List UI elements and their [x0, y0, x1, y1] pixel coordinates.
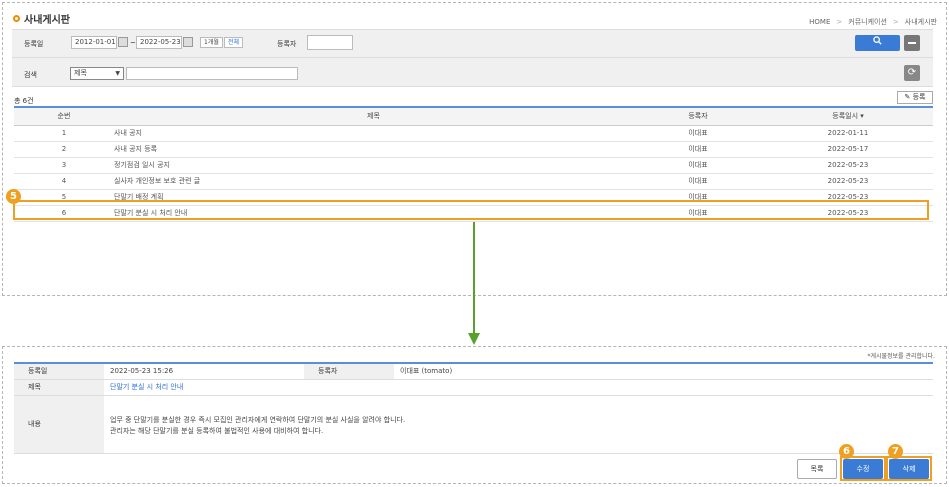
col-title: 제목 — [114, 106, 633, 126]
list-button[interactable]: 목록 — [797, 459, 837, 479]
writer-input[interactable] — [307, 35, 353, 50]
search-row-date: 등록일 2012-01-01 ~ 2022-05-23 1개월 전체 등록자 — [12, 30, 933, 58]
table-row[interactable]: 4 실사자 개인정보 보호 관련 글 이대표 2022-05-23 — [14, 173, 933, 190]
search-area: 등록일 2012-01-01 ~ 2022-05-23 1개월 전체 등록자 검… — [12, 29, 933, 87]
chevron-down-icon: ▼ — [115, 70, 120, 77]
table-header-row: 순번 제목 등록자 등록일시 ▾ — [14, 106, 933, 126]
step-marker-5: 5 — [6, 189, 21, 204]
col-date[interactable]: 등록일시 ▾ — [763, 106, 933, 126]
collapse-button[interactable] — [904, 35, 920, 51]
search-type-select[interactable]: 제목 ▼ — [70, 67, 124, 80]
breadcrumb-home[interactable]: HOME — [809, 18, 830, 26]
date-from-input[interactable]: 2012-01-01 — [71, 36, 117, 49]
content-body: 업무 중 단말기를 분실한 경우 즉시 모집인 관리자에게 연락하여 단말기의 … — [104, 395, 933, 454]
writer-label: 등록자 — [277, 40, 297, 48]
edit-button-highlight — [840, 456, 886, 481]
detail-row-title: 제목 단말기 분실 시 처리 안내 — [14, 379, 933, 396]
calendar-icon[interactable] — [183, 37, 193, 47]
table-row[interactable]: 2 사내 공지 등록 이대표 2022-05-17 — [14, 141, 933, 158]
refresh-icon: ⟳ — [907, 67, 917, 78]
table-row[interactable]: 3 정기점검 일시 공지 이대표 2022-05-23 — [14, 157, 933, 174]
chevron-right-icon: > — [892, 18, 899, 26]
detail-row-content: 내용 업무 중 단말기를 분실한 경우 즉시 모집인 관리자에게 연락하여 단말… — [14, 395, 933, 454]
search-input[interactable] — [126, 67, 298, 80]
breadcrumb-communication[interactable]: 커뮤니케이션 — [848, 18, 887, 26]
chevron-right-icon: > — [836, 18, 843, 26]
all-period-button[interactable]: 전체 — [224, 37, 244, 48]
col-no: 순번 — [14, 106, 114, 126]
breadcrumb-current: 사내게시판 — [904, 18, 937, 26]
flow-arrow — [473, 222, 475, 337]
breadcrumb: HOME > 커뮤니케이션 > 사내게시판 — [809, 17, 937, 27]
delete-button-highlight — [886, 456, 932, 481]
selected-row-highlight — [13, 200, 929, 220]
detail-row-date: 등록일 2022-05-23 15:26 등록자 이대표 (tomato) — [14, 363, 933, 380]
detail-table: 등록일 2022-05-23 15:26 등록자 이대표 (tomato) 제목… — [14, 362, 933, 454]
page-title: 사내게시판 — [13, 11, 70, 26]
register-button[interactable]: ✎ 등록 — [897, 91, 933, 104]
date-tilde: ~ — [130, 39, 136, 47]
step-marker-7: 7 — [888, 444, 903, 459]
search-icon — [873, 36, 882, 45]
title-bullet-icon — [13, 15, 20, 22]
date-to-input[interactable]: 2022-05-23 — [136, 36, 182, 49]
table-row[interactable]: 1 사내 공지 이대표 2022-01-11 — [14, 125, 933, 142]
col-writer: 등록자 — [633, 106, 763, 126]
date-label: 등록일 — [24, 40, 44, 48]
arrow-down-icon — [468, 333, 480, 345]
step-marker-6: 6 — [839, 444, 854, 459]
search-button[interactable] — [855, 35, 900, 51]
one-month-button[interactable]: 1개월 — [200, 37, 223, 48]
pencil-icon: ✎ — [904, 93, 911, 101]
total-count: 총 6건 — [14, 97, 34, 105]
refresh-button[interactable]: ⟳ — [904, 65, 920, 81]
search-label: 검색 — [24, 71, 37, 79]
calendar-icon[interactable] — [118, 37, 128, 47]
detail-note: *게시물정보를 관리합니다. — [867, 353, 935, 360]
